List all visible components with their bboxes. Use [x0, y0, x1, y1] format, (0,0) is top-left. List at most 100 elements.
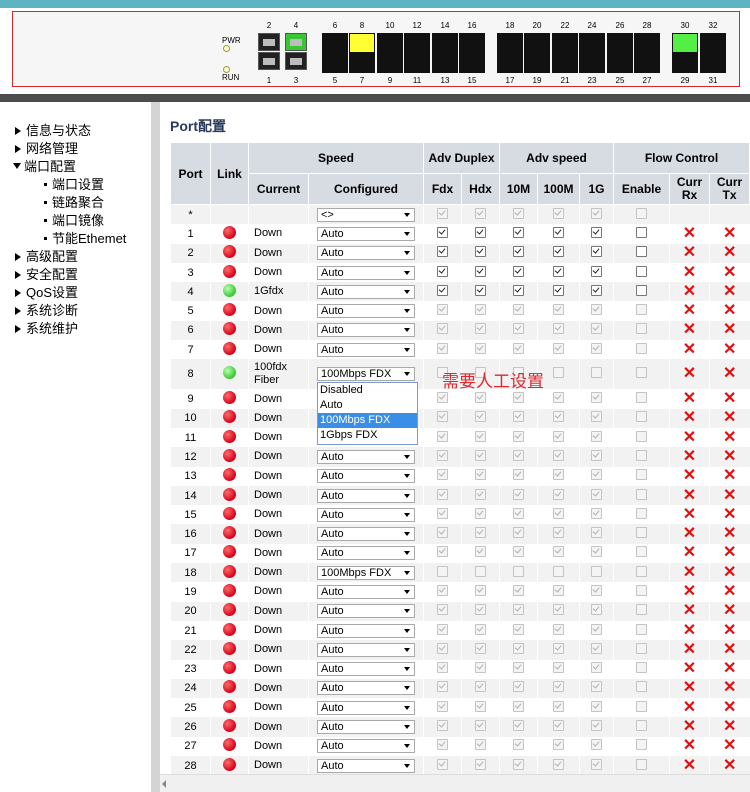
checkbox[interactable] [513, 207, 524, 219]
checkbox[interactable] [636, 604, 647, 616]
speed-select[interactable]: Auto [317, 323, 415, 338]
checkbox[interactable] [553, 565, 564, 577]
port-number-bottom[interactable]: 9 [383, 76, 397, 85]
checkbox[interactable] [513, 411, 524, 423]
collapse-arrow-icon[interactable] [13, 163, 21, 169]
checkbox[interactable] [513, 342, 524, 354]
checkbox[interactable] [591, 507, 602, 519]
speed-select[interactable]: Auto [317, 584, 415, 599]
checkbox[interactable] [513, 662, 524, 674]
checkbox[interactable] [591, 367, 602, 379]
checkbox[interactable] [475, 739, 486, 751]
sfp-port[interactable] [432, 53, 458, 73]
port-number-bottom[interactable]: 21 [558, 76, 572, 85]
checkbox[interactable] [591, 662, 602, 674]
checkbox[interactable] [591, 284, 602, 296]
checkbox[interactable] [636, 527, 647, 539]
checkbox[interactable] [437, 265, 448, 277]
checkbox[interactable] [636, 342, 647, 354]
checkbox[interactable] [636, 449, 647, 461]
checkbox[interactable] [475, 430, 486, 442]
expand-arrow-icon[interactable] [15, 145, 21, 153]
port-number-top[interactable]: 24 [585, 21, 599, 30]
menu-item[interactable]: QoS设置 [15, 282, 78, 301]
checkbox[interactable] [553, 758, 564, 770]
checkbox[interactable] [475, 662, 486, 674]
checkbox[interactable] [553, 739, 564, 751]
sfp-port[interactable] [524, 53, 550, 73]
checkbox[interactable] [475, 527, 486, 539]
checkbox[interactable] [553, 662, 564, 674]
checkbox[interactable] [591, 430, 602, 442]
speed-select[interactable]: Auto [317, 342, 415, 357]
speed-select[interactable]: Auto [317, 226, 415, 241]
dropdown-option[interactable]: 1Gbps FDX [318, 428, 417, 443]
checkbox[interactable] [553, 584, 564, 596]
checkbox[interactable] [475, 284, 486, 296]
checkbox[interactable] [636, 642, 647, 654]
checkbox[interactable] [475, 758, 486, 770]
bullet-icon[interactable] [44, 201, 47, 204]
checkbox[interactable] [591, 720, 602, 732]
checkbox[interactable] [591, 604, 602, 616]
port-number-bottom[interactable]: 5 [328, 76, 342, 85]
checkbox[interactable] [475, 507, 486, 519]
checkbox[interactable] [475, 449, 486, 461]
checkbox[interactable] [553, 469, 564, 481]
menu-item[interactable]: 系统诊断 [15, 300, 78, 319]
port-number-top[interactable]: 26 [613, 21, 627, 30]
speed-select[interactable]: <> [317, 207, 415, 222]
speed-select[interactable]: Auto [317, 604, 415, 619]
checkbox[interactable] [513, 758, 524, 770]
checkbox[interactable] [636, 323, 647, 335]
sfp-port[interactable] [579, 33, 605, 53]
menu-item[interactable]: 系统维护 [15, 318, 78, 337]
checkbox[interactable] [437, 284, 448, 296]
speed-select[interactable]: 100Mbps FDX [317, 367, 415, 382]
checkbox[interactable] [553, 623, 564, 635]
speed-select[interactable]: Auto [317, 758, 415, 773]
menu-item[interactable]: 安全配置 [15, 264, 78, 283]
checkbox[interactable] [513, 604, 524, 616]
port-number-top[interactable]: 22 [558, 21, 572, 30]
checkbox[interactable] [437, 449, 448, 461]
speed-select[interactable]: Auto [317, 623, 415, 638]
sfp-port[interactable] [607, 53, 633, 73]
port-number-bottom[interactable]: 13 [438, 76, 452, 85]
sfp-port[interactable] [607, 33, 633, 53]
sfp-port[interactable] [404, 53, 430, 73]
checkbox[interactable] [553, 527, 564, 539]
port-number-top[interactable]: 12 [410, 21, 424, 30]
checkbox[interactable] [437, 623, 448, 635]
sfp-port[interactable] [349, 53, 375, 73]
port-number-bottom[interactable]: 31 [706, 76, 720, 85]
checkbox[interactable] [591, 681, 602, 693]
checkbox[interactable] [475, 304, 486, 316]
port-number-bottom[interactable]: 3 [289, 76, 303, 85]
port-number-bottom[interactable]: 27 [640, 76, 654, 85]
checkbox[interactable] [475, 342, 486, 354]
checkbox[interactable] [591, 207, 602, 219]
checkbox[interactable] [475, 565, 486, 577]
sfp-port[interactable] [432, 33, 458, 53]
checkbox[interactable] [636, 739, 647, 751]
checkbox[interactable] [437, 739, 448, 751]
checkbox[interactable] [437, 604, 448, 616]
checkbox[interactable] [437, 323, 448, 335]
checkbox[interactable] [437, 246, 448, 258]
checkbox[interactable] [437, 226, 448, 238]
checkbox[interactable] [437, 700, 448, 712]
speed-select[interactable]: Auto [317, 527, 415, 542]
sfp-port[interactable] [322, 53, 348, 73]
port-number-top[interactable]: 8 [355, 21, 369, 30]
checkbox[interactable] [553, 681, 564, 693]
port-number-top[interactable]: 6 [328, 21, 342, 30]
checkbox[interactable] [553, 265, 564, 277]
port-number-top[interactable]: 28 [640, 21, 654, 30]
port-number-bottom[interactable]: 7 [355, 76, 369, 85]
port-number-bottom[interactable]: 17 [503, 76, 517, 85]
bullet-icon[interactable] [44, 183, 47, 186]
checkbox[interactable] [437, 584, 448, 596]
submenu-item[interactable]: 链路聚合 [44, 192, 104, 211]
expand-arrow-icon[interactable] [15, 325, 21, 333]
